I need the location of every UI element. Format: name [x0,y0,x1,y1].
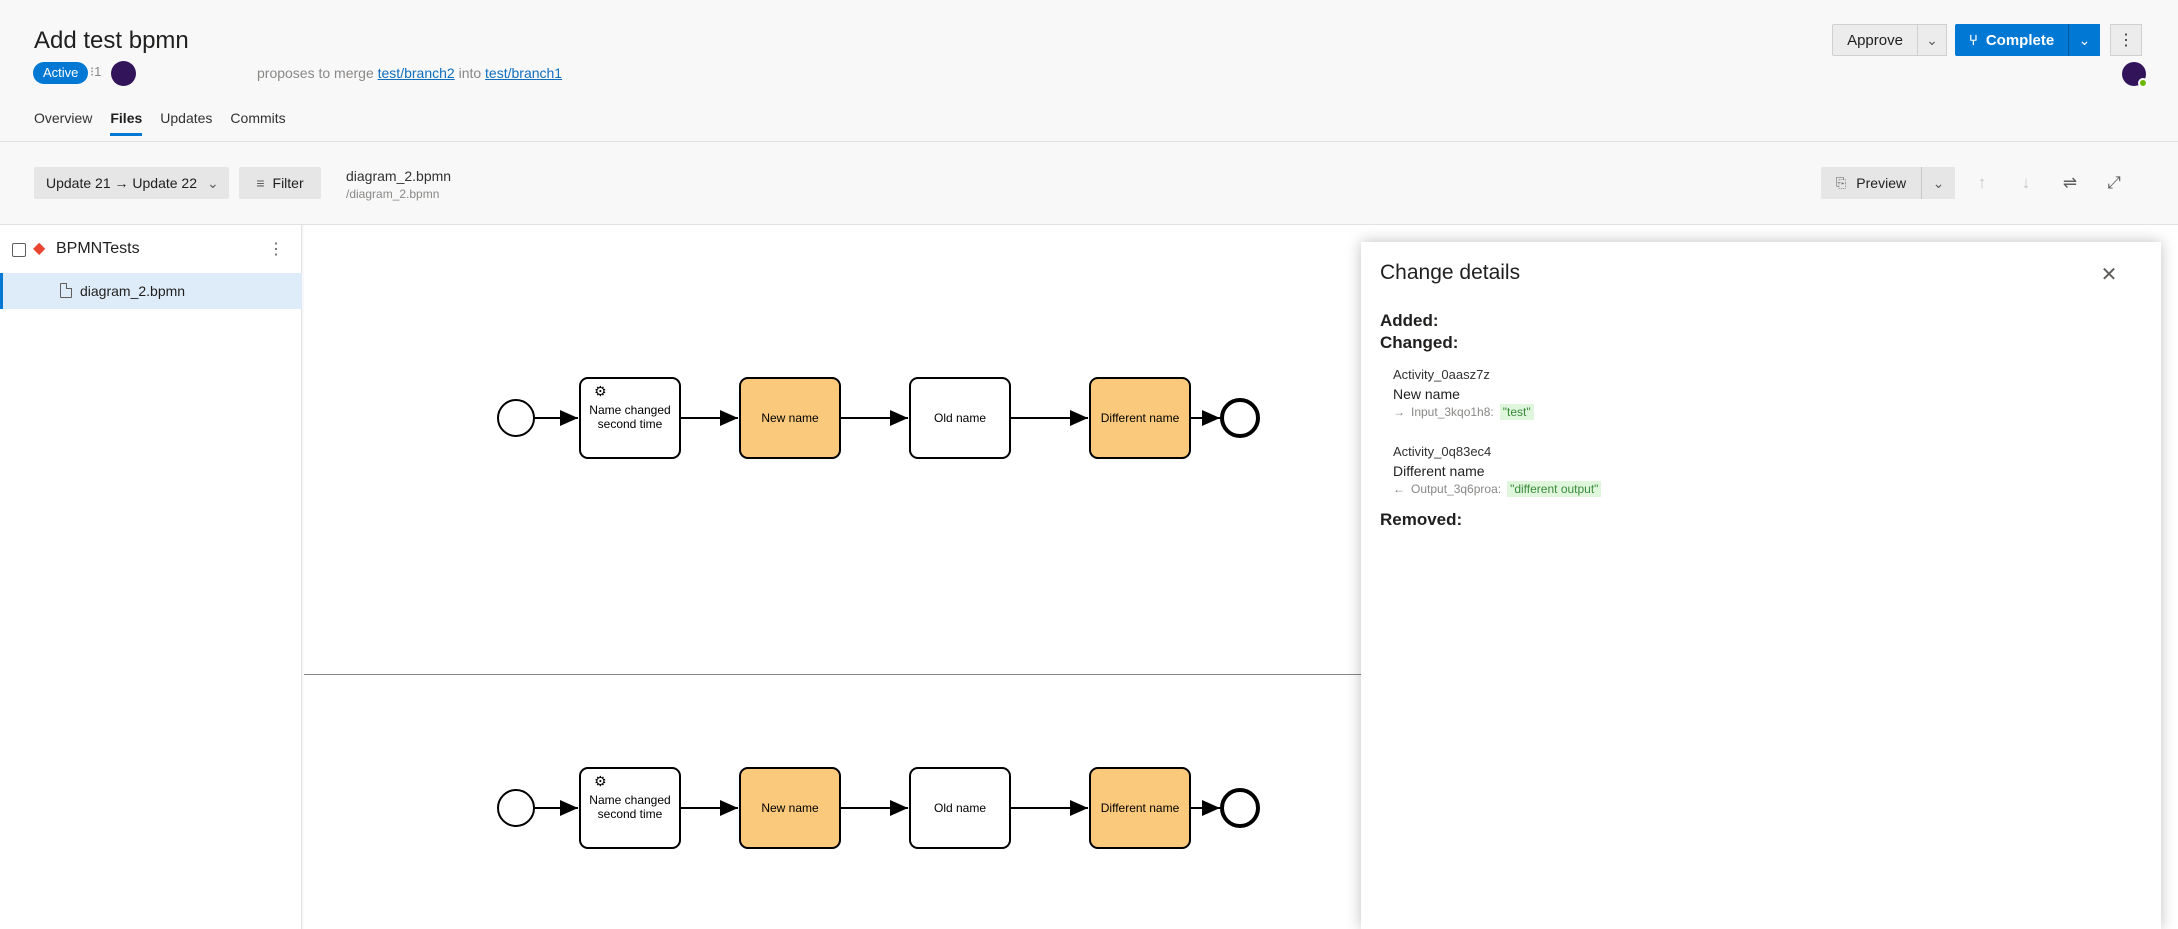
approve-button[interactable]: Approve [1832,24,1917,56]
current-file-path: /diagram_2.bpmn [346,187,440,201]
merge-icon: ⑂ [1968,31,1978,49]
next-change-button[interactable]: ↓ [2010,167,2042,199]
tab-updates[interactable]: Updates [160,110,212,136]
end-event [1220,788,1260,828]
fullscreen-button[interactable]: ⤢ [2098,167,2130,199]
changed-heading: Changed: [1380,333,1459,352]
update-range-label: Update 21 → Update 22 [46,175,197,191]
task-label: Old name [934,411,986,425]
io-value: "different output" [1507,481,1602,497]
gear-icon: ⚙ [594,774,607,790]
files-toolbar: Update 21 → Update 22 ⌄ ≡ Filter diagram… [0,142,2178,225]
expand-icon: ⤢ [2107,173,2121,192]
current-file-name: diagram_2.bpmn [346,168,452,184]
change-activity-name: New name [1393,386,1460,402]
settings-button[interactable]: ⇌ [2054,167,2086,199]
page-title: Add test bpmn [34,27,189,54]
previous-change-button[interactable]: ↑ [1966,167,1998,199]
author-avatar[interactable] [111,61,136,86]
task-label-line1: Name changed [589,793,670,807]
status-badge: Active [33,62,89,84]
merge-middle: into [458,65,482,81]
change-activity-name: Different name [1393,463,1485,479]
io-label: Output_3q6proa: [1411,482,1502,496]
preview-icon: ⎘ [1835,175,1847,190]
merge-description: proposes to merge test/branch2 into test… [257,65,562,81]
diagram-after: ⚙ Name changed second time New name Old … [497,377,1260,459]
more-vertical-icon: ⋮ [2118,32,2134,49]
panel-title: Change details [1380,261,1521,284]
diagram-divider [304,674,1364,675]
target-branch-link[interactable]: test/branch1 [485,65,562,81]
task-label-line1: Name changed [589,403,670,417]
repo-more-icon[interactable]: ⋮ [268,239,284,259]
source-branch-link[interactable]: test/branch2 [378,65,455,81]
chevron-down-icon: ⌄ [1932,174,1945,191]
pr-tabs: Overview Files Updates Commits [34,110,286,136]
removed-heading: Removed: [1380,510,1463,529]
presence-indicator [2138,78,2148,88]
filter-label: Filter [272,175,304,191]
change-io-row: → Input_3kqo1h8: "test" [1393,404,1534,420]
arrow-left-icon: ← [1393,482,1405,496]
preview-button[interactable]: ⎘ Preview [1821,167,1921,199]
pr-header: Add test bpmn Active ⁝1 proposes to merg… [0,0,2178,142]
task-label: New name [761,411,819,425]
close-icon[interactable]: ✕ [2097,262,2121,286]
change-io-row: ← Output_3q6proa: "different output" [1393,481,1602,497]
tab-files[interactable]: Files [110,110,142,136]
merge-prefix: proposes to merge [257,65,374,81]
reviewer-count: ⁝1 [90,64,102,79]
start-event [497,399,535,437]
file-icon [60,283,72,298]
preview-dropdown-button[interactable]: ⌄ [1921,167,1955,199]
preview-label: Preview [1856,175,1907,191]
change-details-panel: Change details ✕ Added: Changed: Activit… [1361,242,2161,929]
arrow-up-icon: ↑ [1977,173,1987,192]
update-range-select[interactable]: Update 21 → Update 22 ⌄ [34,167,229,199]
io-value: "test" [1499,404,1534,420]
added-heading: Added: [1380,311,1439,330]
chevron-down-icon: ⌄ [207,174,219,191]
chevron-down-icon: ⌄ [2078,31,2091,48]
complete-label: Complete [1985,31,2055,49]
repo-checkbox[interactable] [12,243,26,257]
task-label: Different name [1101,801,1180,815]
io-label: Input_3kqo1h8: [1411,405,1494,419]
change-activity-id: Activity_0q83ec4 [1393,444,1492,459]
git-repo-icon: ◆ [33,240,46,257]
end-event [1220,398,1260,438]
filter-icon: ≡ [256,175,265,191]
change-activity-id: Activity_0aasz7z [1393,367,1490,382]
sliders-icon: ⇌ [2062,173,2078,192]
task-label: New name [761,801,819,815]
tab-commits[interactable]: Commits [230,110,285,136]
task-label: Old name [934,801,986,815]
chevron-down-icon: ⌄ [1926,31,1938,48]
file-tree: ◆ BPMNTests ⋮ diagram_2.bpmn [0,225,302,929]
tree-repo-row[interactable]: ◆ BPMNTests ⋮ [0,235,302,265]
filter-button[interactable]: ≡ Filter [239,167,321,199]
diagram-before: ⚙ Name changed second time New name Old … [497,767,1260,849]
arrow-right-icon: → [1393,405,1405,419]
approve-dropdown-button[interactable]: ⌄ [1917,24,1947,56]
complete-button[interactable]: ⑂ Complete [1955,24,2068,56]
task-label: Different name [1101,411,1180,425]
user-avatar[interactable] [2122,62,2148,88]
tree-file-label: diagram_2.bpmn [80,283,186,299]
arrow-down-icon: ↓ [2021,173,2031,192]
complete-dropdown-button[interactable]: ⌄ [2068,24,2100,56]
task-label-line2: second time [598,417,663,431]
tree-file-item[interactable]: diagram_2.bpmn [0,273,302,309]
task-label-line2: second time [598,807,663,821]
start-event [497,789,535,827]
tab-overview[interactable]: Overview [34,110,92,136]
repo-name: BPMNTests [56,240,140,257]
more-actions-button[interactable]: ⋮ [2110,24,2142,56]
gear-icon: ⚙ [594,384,607,400]
